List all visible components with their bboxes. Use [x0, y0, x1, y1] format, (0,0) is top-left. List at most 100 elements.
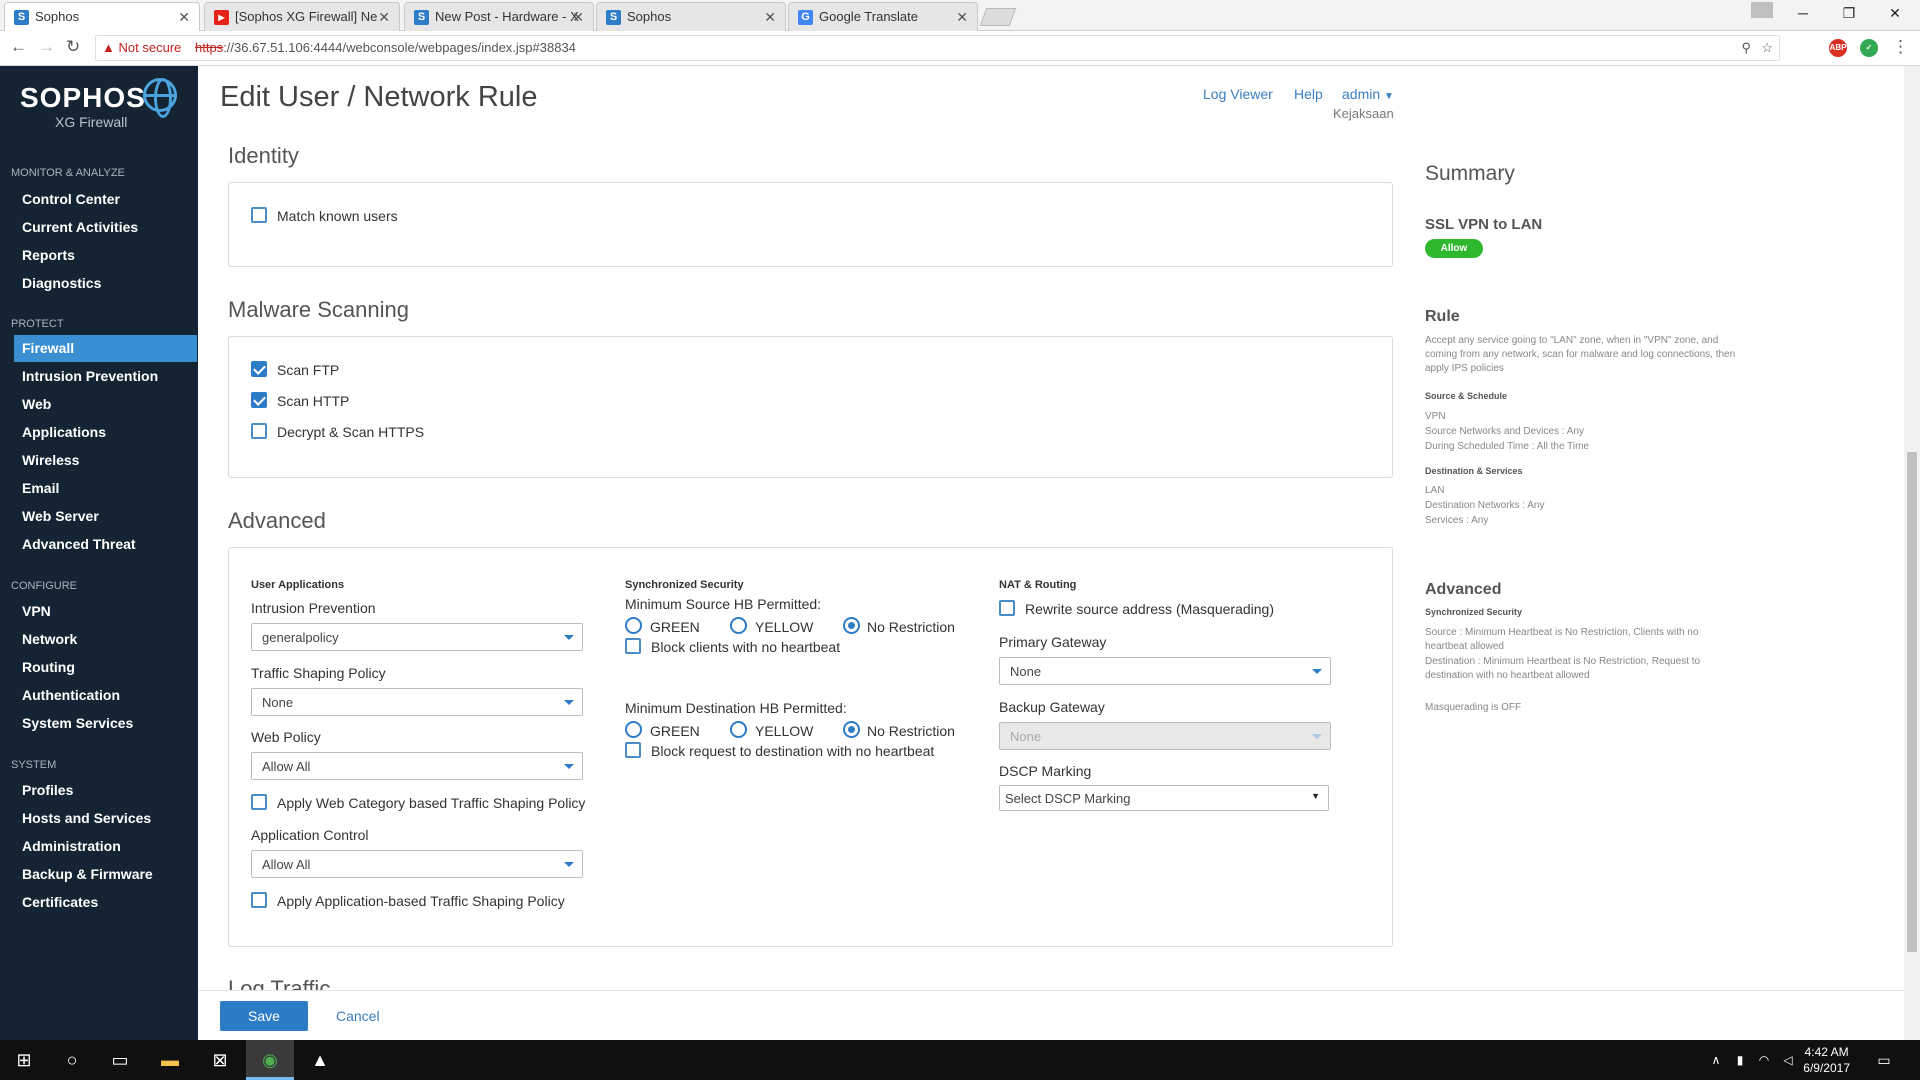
- decrypt-https-checkbox[interactable]: [251, 423, 267, 439]
- sidebar-item-administration[interactable]: Administration: [14, 833, 197, 860]
- back-icon[interactable]: ←: [10, 37, 27, 57]
- browser-tab[interactable]: S New Post - Hardware - X ✕: [404, 2, 594, 31]
- backup-gateway-select[interactable]: None: [999, 722, 1331, 750]
- src-no-restriction-radio[interactable]: [843, 617, 860, 634]
- browser-tab[interactable]: ▶ [Sophos XG Firewall] Ne ✕: [204, 2, 400, 31]
- sidebar-item-email[interactable]: Email: [14, 475, 197, 502]
- log-viewer-link[interactable]: Log Viewer: [1203, 86, 1273, 102]
- restore-icon[interactable]: ❐: [1826, 0, 1872, 28]
- sidebar-item-vpn[interactable]: VPN: [14, 598, 197, 625]
- sidebar-item-web[interactable]: Web: [14, 391, 197, 418]
- sidebar-item-system-services[interactable]: System Services: [14, 710, 197, 737]
- forward-icon[interactable]: →: [38, 37, 55, 57]
- tab-title: [Sophos XG Firewall] Ne: [235, 9, 378, 24]
- windows-taskbar: ⊞ ○ ▭ ▬ ⊠ ◉ ▲ ∧ ▮ ◠ ◁ 4:42 AM 6/9/2017 ▭: [0, 1040, 1920, 1080]
- web-policy-select[interactable]: Allow All: [251, 752, 583, 780]
- shield-extension-icon[interactable]: ✓: [1860, 39, 1878, 57]
- app-shaping-checkbox[interactable]: [251, 892, 267, 908]
- sidebar-item-firewall[interactable]: Firewall: [14, 335, 197, 362]
- match-known-users-label: Match known users: [277, 208, 398, 224]
- browser-tab[interactable]: S Sophos ✕: [596, 2, 786, 31]
- search-icon[interactable]: ○: [48, 1040, 96, 1080]
- sidebar-item-wireless[interactable]: Wireless: [14, 447, 197, 474]
- minimize-icon[interactable]: ─: [1780, 0, 1826, 28]
- scrollbar-thumb[interactable]: [1907, 452, 1917, 952]
- sidebar-item-intrusion-prevention[interactable]: Intrusion Prevention: [14, 363, 197, 390]
- dst-green-radio[interactable]: [625, 721, 642, 738]
- close-tab-icon[interactable]: ✕: [178, 9, 190, 26]
- file-explorer-icon[interactable]: ▬: [146, 1040, 194, 1080]
- browser-tab[interactable]: S Sophos ✕: [4, 2, 200, 31]
- src-green-label: GREEN: [650, 619, 700, 635]
- adblock-icon[interactable]: ABP: [1829, 39, 1847, 57]
- src-green-radio[interactable]: [625, 617, 642, 634]
- close-tab-icon[interactable]: ✕: [956, 9, 968, 26]
- sidebar-item-web-server[interactable]: Web Server: [14, 503, 197, 530]
- url-field[interactable]: ▲ Not secure https://36.67.51.106:4444/w…: [95, 35, 1780, 61]
- windows-start-icon[interactable]: ⊞: [0, 1040, 48, 1080]
- sidebar-item-applications[interactable]: Applications: [14, 419, 197, 446]
- primary-gateway-label: Primary Gateway: [999, 634, 1107, 650]
- notifications-icon[interactable]: ▭: [1864, 1040, 1904, 1080]
- bookmark-star-icon[interactable]: ☆: [1761, 36, 1773, 60]
- store-icon[interactable]: ⊠: [196, 1040, 244, 1080]
- reload-icon[interactable]: ↻: [66, 37, 80, 57]
- select-value: None: [262, 695, 294, 710]
- admin-menu[interactable]: admin ▼: [1342, 86, 1394, 102]
- photos-icon[interactable]: ▲: [296, 1040, 344, 1080]
- intrusion-prevention-select[interactable]: generalpolicy: [251, 623, 583, 651]
- browser-tab[interactable]: G Google Translate ✕: [788, 2, 978, 31]
- page-scrollbar[interactable]: [1904, 66, 1920, 1040]
- close-tab-icon[interactable]: ✕: [572, 9, 584, 26]
- summary-sync-source: Source : Minimum Heartbeat is No Restric…: [1425, 627, 1699, 652]
- sidebar-item-advanced-threat[interactable]: Advanced Threat: [14, 531, 197, 558]
- sidebar-item-backup-firmware[interactable]: Backup & Firmware: [14, 861, 197, 888]
- taskbar-clock[interactable]: 4:42 AM 6/9/2017: [1803, 1044, 1850, 1076]
- sidebar-item-reports[interactable]: Reports: [14, 242, 197, 269]
- src-yellow-radio[interactable]: [730, 617, 747, 634]
- select-value: Select DSCP Marking: [1005, 791, 1131, 806]
- battery-icon[interactable]: ▮: [1728, 1040, 1752, 1080]
- traffic-shaping-select[interactable]: None: [251, 688, 583, 716]
- tray-chevron-icon[interactable]: ∧: [1704, 1040, 1728, 1080]
- sidebar-item-authentication[interactable]: Authentication: [14, 682, 197, 709]
- save-button[interactable]: Save: [220, 1001, 308, 1031]
- sidebar-item-control-center[interactable]: Control Center: [14, 186, 197, 213]
- chrome-menu-icon[interactable]: ⋮: [1892, 37, 1909, 57]
- dst-no-restriction-radio[interactable]: [843, 721, 860, 738]
- block-clients-checkbox[interactable]: [625, 638, 641, 654]
- dst-yellow-radio[interactable]: [730, 721, 747, 738]
- match-known-users-checkbox[interactable]: [251, 207, 267, 223]
- dropdown-arrow-icon: [564, 635, 574, 640]
- volume-icon[interactable]: ◁: [1776, 1040, 1800, 1080]
- section-heading-configure: CONFIGURE: [11, 580, 77, 592]
- application-control-select[interactable]: Allow All: [251, 850, 583, 878]
- help-link[interactable]: Help: [1294, 86, 1323, 102]
- task-view-icon[interactable]: ▭: [96, 1040, 144, 1080]
- masquerading-checkbox[interactable]: [999, 600, 1015, 616]
- zoom-icon[interactable]: ⚲: [1741, 36, 1751, 60]
- sidebar-item-diagnostics[interactable]: Diagnostics: [14, 270, 197, 297]
- chrome-icon[interactable]: ◉: [246, 1040, 294, 1080]
- close-window-icon[interactable]: ✕: [1872, 0, 1918, 28]
- sidebar-item-current-activities[interactable]: Current Activities: [14, 214, 197, 241]
- scan-ftp-checkbox[interactable]: [251, 361, 267, 377]
- wifi-icon[interactable]: ◠: [1752, 1040, 1776, 1080]
- scan-http-checkbox[interactable]: [251, 392, 267, 408]
- primary-gateway-select[interactable]: None: [999, 657, 1331, 685]
- sidebar-item-network[interactable]: Network: [14, 626, 197, 653]
- close-tab-icon[interactable]: ✕: [378, 9, 390, 26]
- dscp-marking-select[interactable]: Select DSCP Marking ▼: [999, 785, 1329, 811]
- new-tab-button[interactable]: [979, 8, 1017, 26]
- scan-http-label: Scan HTTP: [277, 393, 350, 409]
- close-tab-icon[interactable]: ✕: [764, 9, 776, 26]
- web-category-shaping-checkbox[interactable]: [251, 794, 267, 810]
- sidebar-item-routing[interactable]: Routing: [14, 654, 197, 681]
- block-request-checkbox[interactable]: [625, 742, 641, 758]
- nat-routing-heading: NAT & Routing: [999, 579, 1077, 591]
- cancel-button[interactable]: Cancel: [336, 1008, 380, 1024]
- sidebar-item-certificates[interactable]: Certificates: [14, 889, 197, 916]
- profile-icon[interactable]: [1751, 2, 1773, 18]
- sidebar-item-hosts-and-services[interactable]: Hosts and Services: [14, 805, 197, 832]
- sidebar-item-profiles[interactable]: Profiles: [14, 777, 197, 804]
